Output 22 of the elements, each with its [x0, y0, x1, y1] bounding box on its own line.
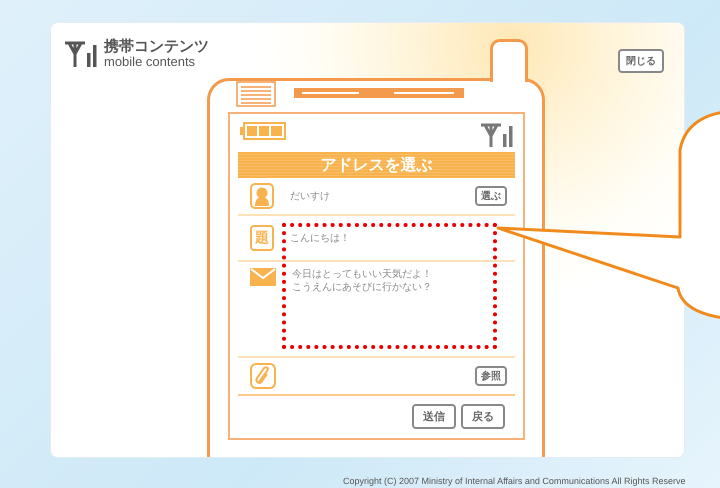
earpiece-slot-icon: [294, 88, 464, 98]
screen-title: アドレスを選ぶ: [238, 152, 515, 178]
subject-icon: 題: [250, 225, 274, 251]
antenna-signal-icon: [479, 122, 515, 148]
subject-text: こんにちは！: [290, 232, 351, 245]
close-button[interactable]: 閉じる: [618, 49, 664, 73]
browse-button[interactable]: 参照: [475, 366, 507, 386]
action-button[interactable]: 戻る: [461, 404, 505, 429]
action-button[interactable]: 送信: [412, 404, 456, 429]
recipient-name: だいすけ: [290, 190, 331, 203]
paperclip-icon: [250, 363, 276, 389]
person-icon: [250, 183, 274, 209]
envelope-icon: [250, 268, 276, 286]
message-line: こうえんにあそびに行かない？: [292, 281, 432, 294]
logo-subtitle: mobile contents: [104, 54, 196, 68]
battery-icon: [240, 122, 286, 140]
select-button[interactable]: 選ぶ: [475, 186, 507, 206]
speaker-grille-icon: [236, 81, 276, 107]
logo-title: 携帯コンテンツ: [104, 39, 209, 55]
antenna-signal-icon: [63, 40, 99, 68]
copyright-text: Copyright (C) 2007 Ministry of Internal Affairs and Communications All Rights Reserve: [343, 476, 686, 486]
message-line: 今日はとってもいい天気だよ！: [292, 268, 432, 281]
